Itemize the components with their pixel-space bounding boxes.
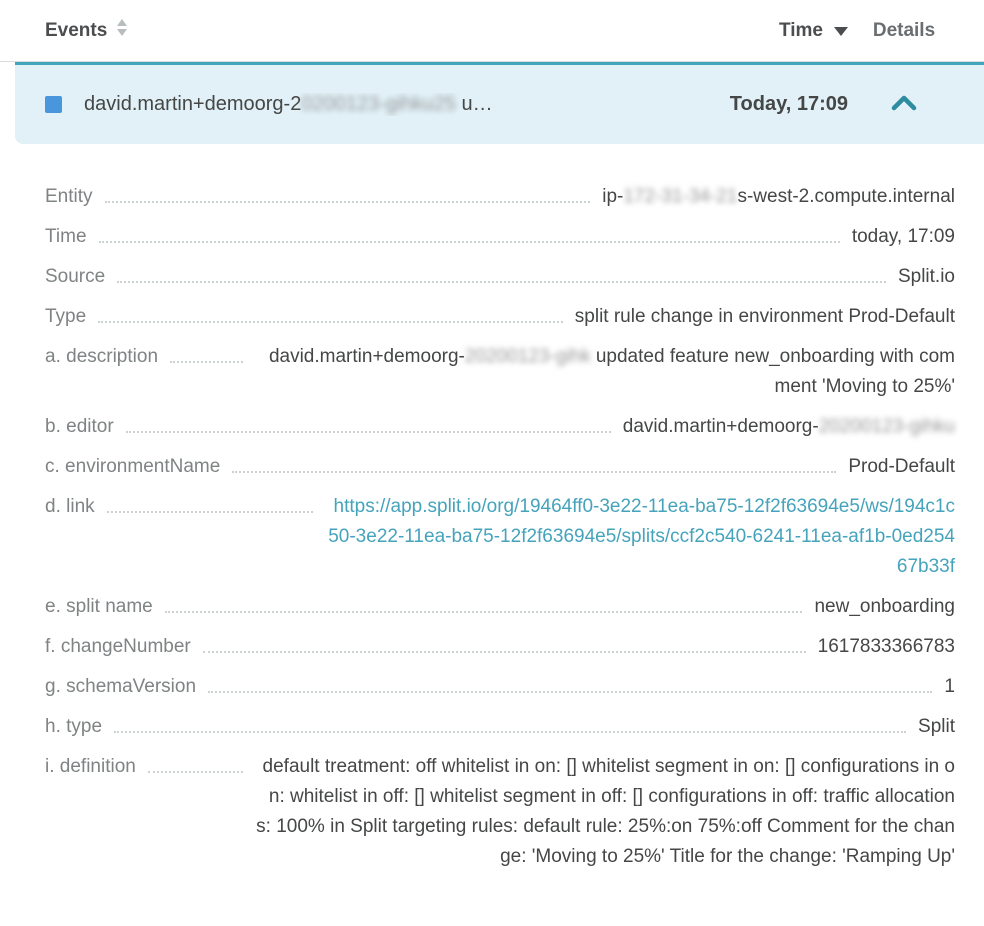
detail-label: Source [45, 262, 105, 292]
detail-label: g. schemaVersion [45, 672, 196, 702]
event-title: david.martin+demoorg-20200123-gihku25 u… [84, 93, 698, 116]
detail-label: Entity [45, 182, 93, 212]
detail-row: e. split name new_onboarding [45, 592, 955, 622]
dotted-leader [107, 492, 313, 513]
detail-value-text: 1617833366783 [818, 636, 955, 657]
dotted-leader [117, 262, 886, 283]
detail-value-text: david.martin+demoorg- [623, 416, 819, 437]
detail-value-text: https://app.split.io/org/19464ff0-3e22-1… [328, 496, 955, 577]
detail-label: c. environmentName [45, 452, 220, 482]
detail-label: i. definition [45, 752, 136, 782]
detail-value-text: Split.io [898, 266, 955, 287]
detail-value: ip-172-31-34-21s-west-2.compute.internal [602, 182, 955, 212]
detail-value: 1617833366783 [818, 632, 955, 662]
detail-value-text: Prod-Default [848, 456, 955, 477]
detail-row: Type split rule change in environment Pr… [45, 302, 955, 332]
dotted-leader [203, 632, 806, 653]
chevron-up-icon [890, 94, 918, 116]
detail-value-text: new_onboarding [814, 596, 955, 617]
redacted-text: 20200123-gihku [819, 416, 955, 437]
detail-value: today, 17:09 [852, 222, 955, 252]
detail-value: Prod-Default [848, 452, 955, 482]
detail-value-text: Split [918, 716, 955, 737]
detail-value-text: s-west-2.compute.internal [737, 186, 955, 207]
column-header-details: Details [848, 20, 960, 42]
details-list: Entity ip-172-31-34-21s-west-2.compute.i… [0, 144, 984, 872]
dotted-leader [105, 182, 591, 203]
event-title-prefix: david.martin+demoorg-2 [84, 93, 301, 115]
detail-value: david.martin+demoorg-20200123-gihku [623, 412, 955, 442]
detail-row: Source Split.io [45, 262, 955, 292]
event-title-suffix: u… [456, 93, 493, 115]
detail-row: Time today, 17:09 [45, 222, 955, 252]
details-column-label: Details [873, 20, 935, 41]
dotted-leader [98, 302, 563, 323]
events-table-header: Events Time Details [0, 0, 984, 62]
detail-value-text: david.martin+demoorg- [269, 346, 465, 367]
dotted-leader [148, 752, 243, 773]
detail-row: d. link https://app.split.io/org/19464ff… [45, 492, 955, 582]
detail-row: g. schemaVersion 1 [45, 672, 955, 702]
detail-row: Entity ip-172-31-34-21s-west-2.compute.i… [45, 182, 955, 212]
dotted-leader [208, 672, 932, 693]
redacted-text: 20200123-gihk [465, 346, 591, 367]
detail-value: Split [918, 712, 955, 742]
detail-label: Type [45, 302, 86, 332]
detail-label: e. split name [45, 592, 153, 622]
detail-value-link[interactable]: https://app.split.io/org/19464ff0-3e22-1… [325, 492, 955, 582]
events-column-label: Events [45, 20, 107, 42]
dotted-leader [165, 592, 803, 613]
detail-value: split rule change in environment Prod-De… [575, 302, 955, 332]
sort-arrows-icon [116, 18, 128, 43]
detail-value-text: ip- [602, 186, 623, 207]
detail-row: f. changeNumber 1617833366783 [45, 632, 955, 662]
event-time: Today, 17:09 [698, 93, 848, 116]
detail-value: default treatment: off whitelist in on: … [255, 752, 955, 872]
event-marker-icon [45, 96, 62, 113]
dotted-leader [99, 222, 840, 243]
detail-value: new_onboarding [814, 592, 955, 622]
column-header-time[interactable]: Time [698, 20, 848, 42]
detail-row: i. definition default treatment: off whi… [45, 752, 955, 872]
detail-value: Split.io [898, 262, 955, 292]
detail-value: 1 [944, 672, 955, 702]
redacted-text: 172-31-34-21 [623, 186, 737, 207]
detail-value: david.martin+demoorg-20200123-gihk updat… [255, 342, 955, 402]
detail-label: Time [45, 222, 87, 252]
detail-row: b. editor david.martin+demoorg-20200123-… [45, 412, 955, 442]
detail-label: b. editor [45, 412, 114, 442]
dotted-leader [170, 342, 243, 363]
detail-value-text: updated feature new_onboarding with comm… [591, 346, 955, 397]
triangle-down-icon [834, 27, 848, 36]
detail-label: a. description [45, 342, 158, 372]
detail-row: a. description david.martin+demoorg-2020… [45, 342, 955, 402]
detail-value-text: split rule change in environment Prod-De… [575, 306, 955, 327]
detail-label: f. changeNumber [45, 632, 191, 662]
column-header-events[interactable]: Events [45, 18, 698, 43]
detail-value-text: today, 17:09 [852, 226, 955, 247]
time-column-label: Time [779, 20, 823, 42]
detail-label: d. link [45, 492, 95, 522]
detail-value-text: 1 [944, 676, 955, 697]
detail-row: c. environmentName Prod-Default [45, 452, 955, 482]
event-row-expanded[interactable]: david.martin+demoorg-20200123-gihku25 u…… [15, 62, 984, 144]
detail-row: h. type Split [45, 712, 955, 742]
dotted-leader [126, 412, 611, 433]
collapse-event-button[interactable] [848, 94, 960, 116]
redacted-text: 0200123-gihku25 [301, 93, 456, 115]
detail-value-text: default treatment: off whitelist in on: … [256, 756, 955, 867]
detail-label: h. type [45, 712, 102, 742]
dotted-leader [232, 452, 836, 473]
dotted-leader [114, 712, 906, 733]
